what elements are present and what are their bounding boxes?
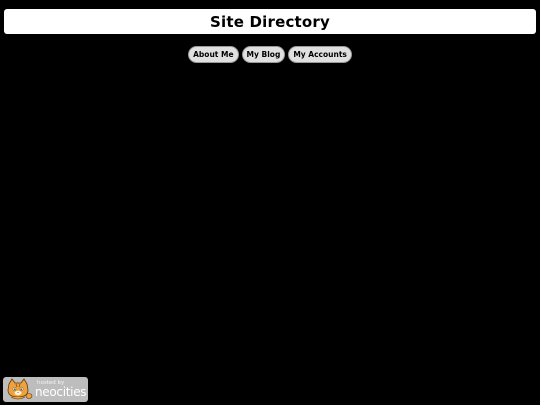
title-bar: Site Directory: [4, 9, 536, 34]
my-accounts-button[interactable]: My Accounts: [288, 46, 352, 63]
page-title: Site Directory: [209, 12, 331, 31]
badge-text: hosted by neocities: [35, 380, 87, 400]
page: Site Directory About Me My Blog My Accou…: [0, 0, 540, 405]
neocities-cat-icon: [7, 378, 33, 400]
about-me-button[interactable]: About Me: [188, 46, 239, 63]
badge-big-text: neocities: [35, 385, 87, 400]
hosted-by-neocities-badge[interactable]: hosted by neocities: [3, 377, 88, 402]
nav-bar: About Me My Blog My Accounts: [0, 46, 540, 63]
my-blog-button[interactable]: My Blog: [241, 46, 286, 63]
